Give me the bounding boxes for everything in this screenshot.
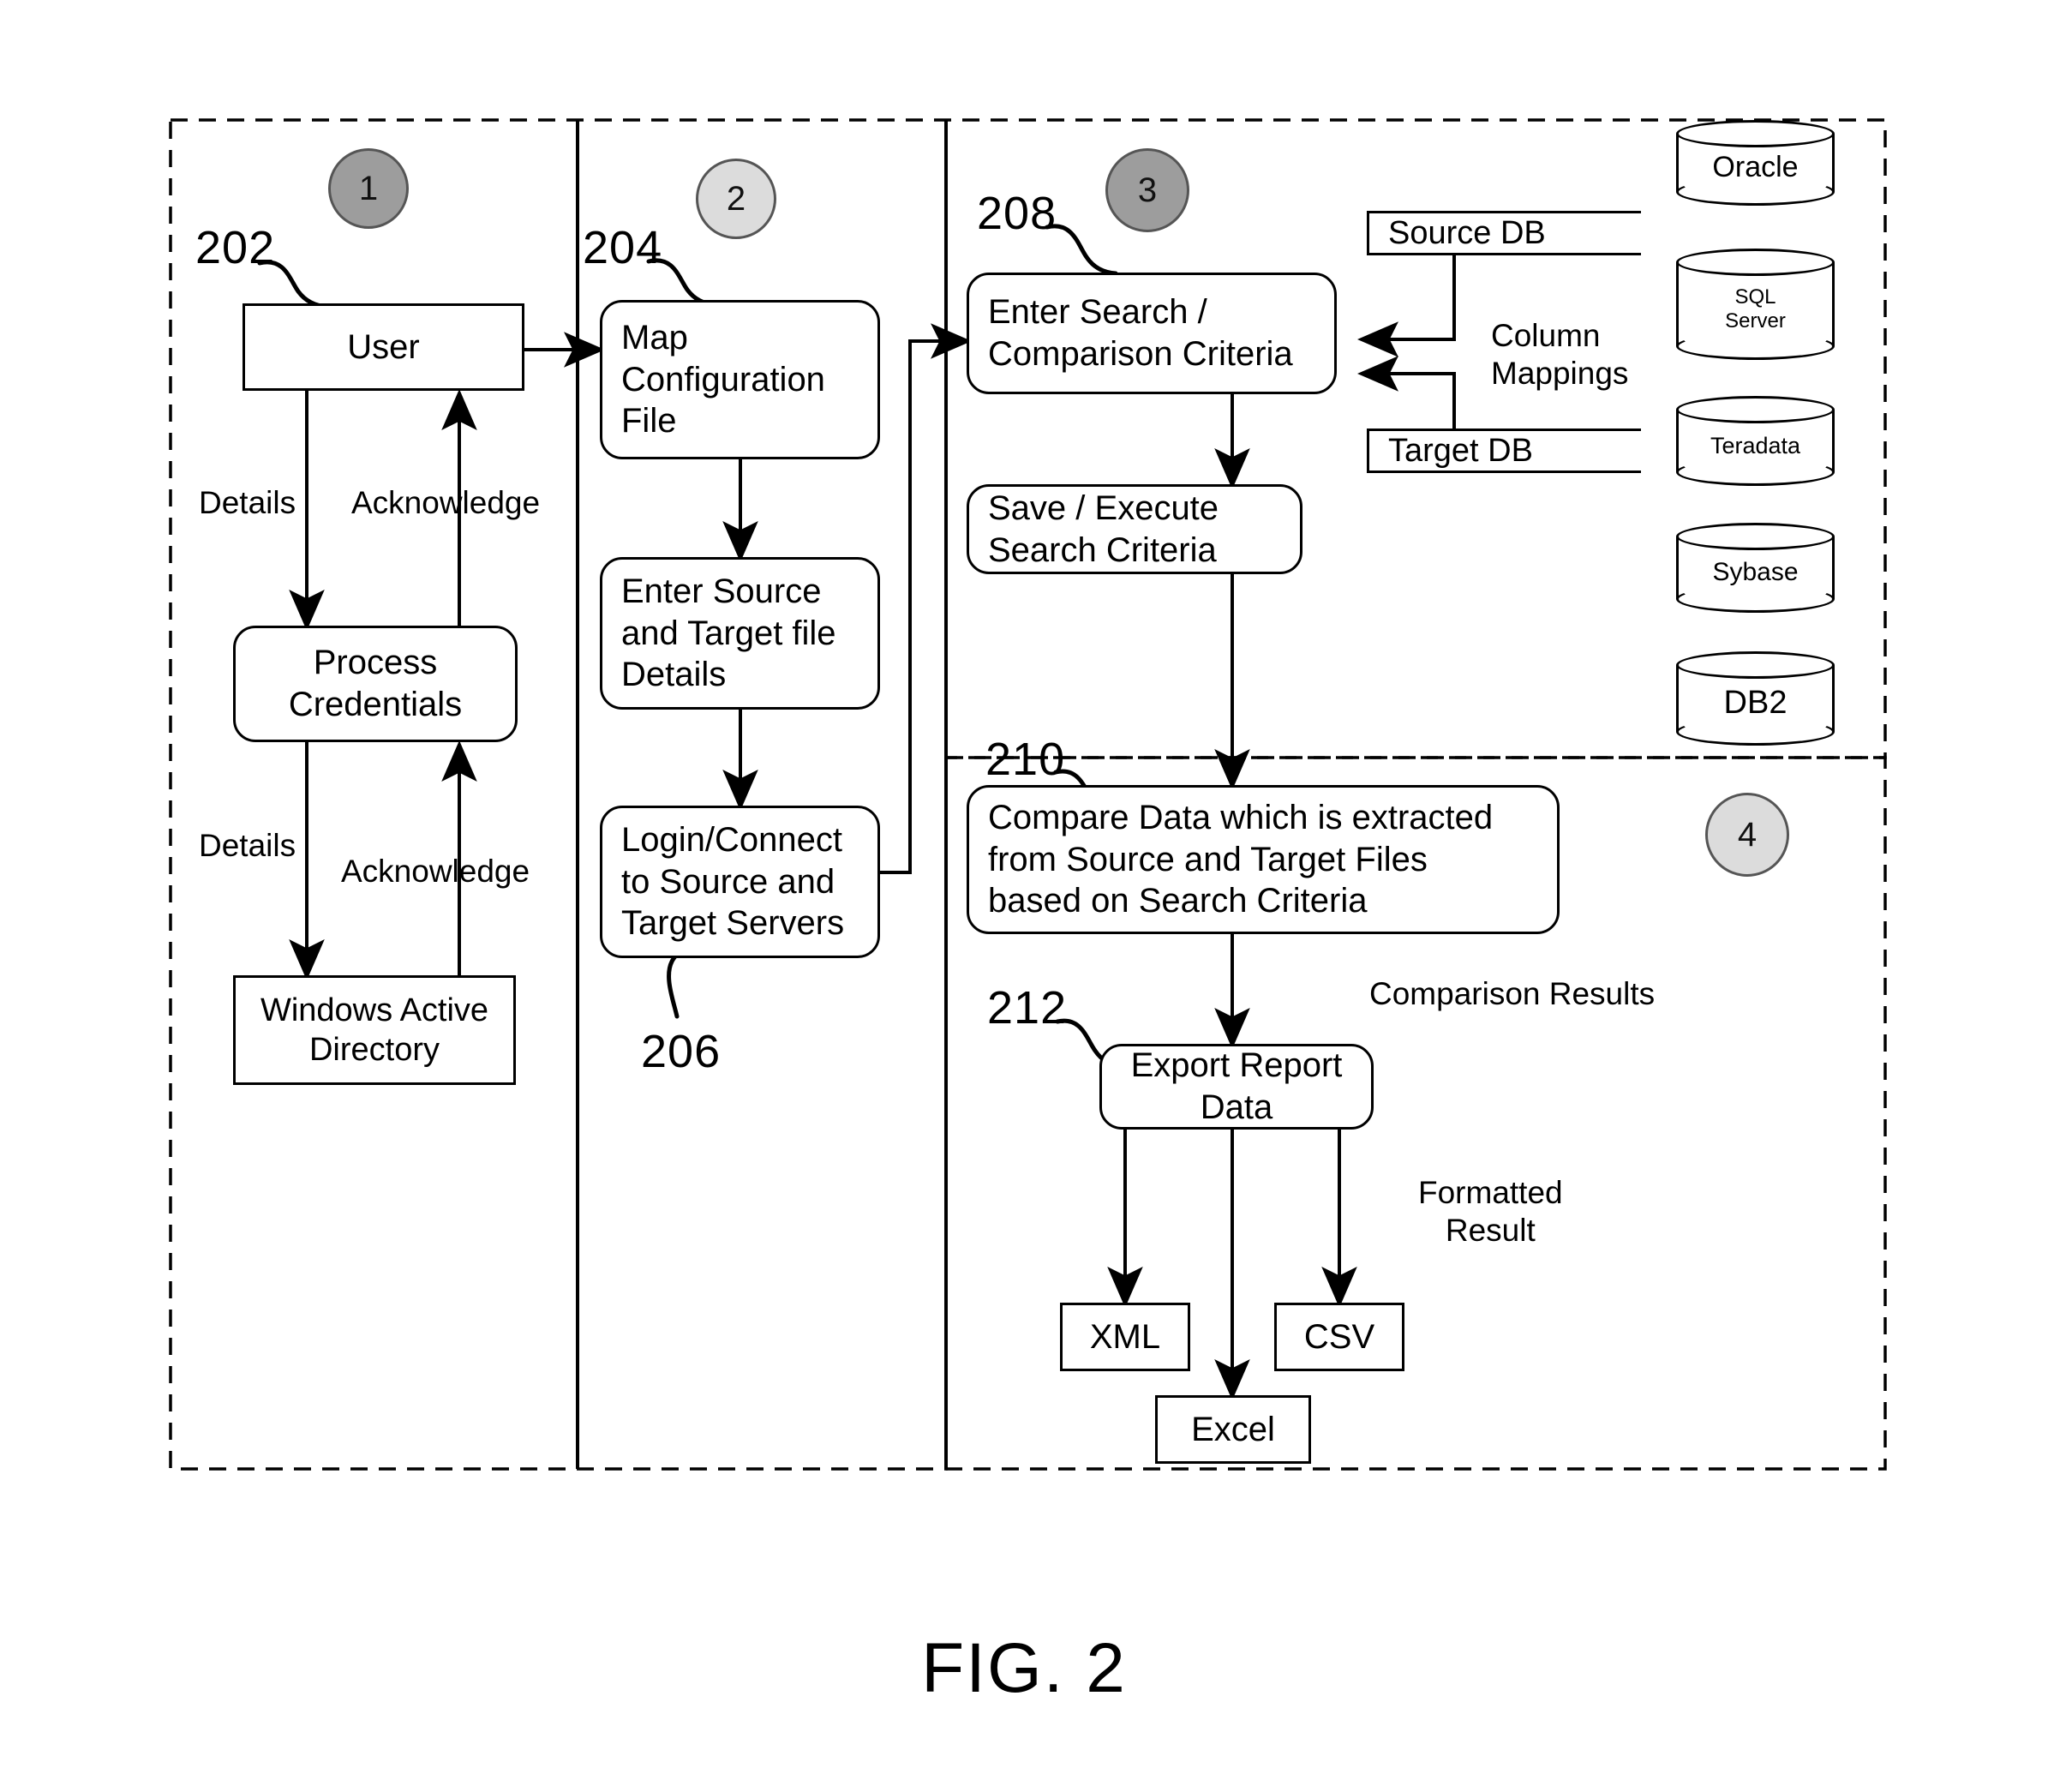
ref-202: 202 bbox=[195, 222, 276, 273]
ref-204: 204 bbox=[583, 222, 663, 273]
node-enter-search-criteria[interactable]: Enter Search / Comparison Criteria bbox=[967, 273, 1337, 394]
node-output-excel[interactable]: Excel bbox=[1155, 1395, 1311, 1464]
edge-label-column-mappings: Column Mappings bbox=[1491, 318, 1629, 392]
node-export-report-data-label: Export Report Data bbox=[1130, 1046, 1343, 1126]
node-enter-source-target-file-details[interactable]: Enter Source and Target file Details bbox=[600, 557, 880, 710]
node-login-connect[interactable]: Login/Connect to Source and Target Serve… bbox=[600, 806, 880, 958]
db-cylinder-db2-label: DB2 bbox=[1723, 685, 1788, 722]
lane-badge-4: 4 bbox=[1705, 793, 1789, 877]
edge-label-details-top: Details bbox=[199, 485, 296, 520]
db-cylinder-teradata[interactable]: Teradata bbox=[1676, 396, 1835, 486]
node-process-credentials[interactable]: Process Credentials bbox=[233, 626, 518, 742]
lane-badge-3: 3 bbox=[1105, 148, 1189, 232]
edge-label-acknowledge-top: Acknowledge bbox=[351, 485, 541, 520]
node-source-db[interactable]: Source DB bbox=[1367, 211, 1641, 255]
lane-badge-4-label: 4 bbox=[1737, 815, 1758, 854]
node-save-execute-search-criteria-label: Save / Execute Search Criteria bbox=[988, 488, 1219, 569]
node-windows-active-directory-label: Windows Active Directory bbox=[260, 992, 489, 1068]
node-login-connect-label: Login/Connect to Source and Target Serve… bbox=[621, 820, 845, 943]
db-cylinder-oracle[interactable]: Oracle bbox=[1676, 120, 1835, 206]
ref-210: 210 bbox=[985, 734, 1066, 785]
db-cylinder-db2[interactable]: DB2 bbox=[1676, 651, 1835, 746]
node-user[interactable]: User bbox=[243, 303, 524, 391]
edge-label-acknowledge-bottom: Acknowledge bbox=[341, 854, 530, 889]
node-output-csv[interactable]: CSV bbox=[1274, 1303, 1404, 1371]
node-save-execute-search-criteria[interactable]: Save / Execute Search Criteria bbox=[967, 484, 1302, 574]
lane-badge-2: 2 bbox=[696, 159, 776, 239]
edge-label-formatted-result: Formatted Result bbox=[1418, 1175, 1563, 1249]
edge-label-comparison-results: Comparison Results bbox=[1369, 976, 1656, 1011]
lane-badge-3-label: 3 bbox=[1137, 171, 1158, 209]
node-source-db-label: Source DB bbox=[1388, 214, 1546, 251]
db-cylinder-oracle-label: Oracle bbox=[1712, 151, 1799, 184]
node-output-csv-label: CSV bbox=[1303, 1317, 1375, 1356]
node-process-credentials-label: Process Credentials bbox=[288, 644, 463, 723]
node-export-report-data[interactable]: Export Report Data bbox=[1099, 1044, 1374, 1130]
ref-208: 208 bbox=[977, 188, 1057, 239]
node-target-db-label: Target DB bbox=[1388, 432, 1533, 469]
node-compare-data-label: Compare Data which is extracted from Sou… bbox=[988, 798, 1494, 920]
node-windows-active-directory[interactable]: Windows Active Directory bbox=[233, 975, 516, 1085]
node-enter-source-target-file-details-label: Enter Source and Target file Details bbox=[621, 572, 836, 694]
node-output-xml-label: XML bbox=[1089, 1317, 1161, 1356]
db-cylinder-teradata-label: Teradata bbox=[1710, 432, 1801, 458]
edge-label-details-bottom: Details bbox=[199, 828, 296, 863]
node-user-label: User bbox=[347, 327, 420, 366]
ref-212: 212 bbox=[987, 982, 1068, 1034]
node-map-configuration-file[interactable]: Map Configuration File bbox=[600, 300, 880, 459]
lane-badge-1-label: 1 bbox=[358, 169, 379, 207]
db-cylinder-sql-server[interactable]: SQL Server bbox=[1676, 249, 1835, 360]
figure-caption: FIG. 2 bbox=[921, 1629, 1127, 1707]
db-cylinder-sql-server-label: SQL Server bbox=[1725, 285, 1786, 333]
node-target-db[interactable]: Target DB bbox=[1367, 429, 1641, 473]
ref-206: 206 bbox=[641, 1026, 722, 1077]
lane-badge-2-label: 2 bbox=[726, 179, 746, 218]
db-cylinder-sybase[interactable]: Sybase bbox=[1676, 523, 1835, 613]
node-output-xml[interactable]: XML bbox=[1060, 1303, 1190, 1371]
node-output-excel-label: Excel bbox=[1191, 1410, 1275, 1448]
figure-canvas: 1 2 3 4 202 204 206 208 210 212 User Pro… bbox=[0, 0, 2048, 1792]
node-enter-search-criteria-label: Enter Search / Comparison Criteria bbox=[988, 293, 1293, 373]
db-cylinder-sybase-label: Sybase bbox=[1712, 558, 1799, 587]
lane-badge-1: 1 bbox=[328, 148, 409, 229]
node-compare-data[interactable]: Compare Data which is extracted from Sou… bbox=[967, 785, 1560, 934]
node-map-configuration-file-label: Map Configuration File bbox=[621, 318, 825, 441]
